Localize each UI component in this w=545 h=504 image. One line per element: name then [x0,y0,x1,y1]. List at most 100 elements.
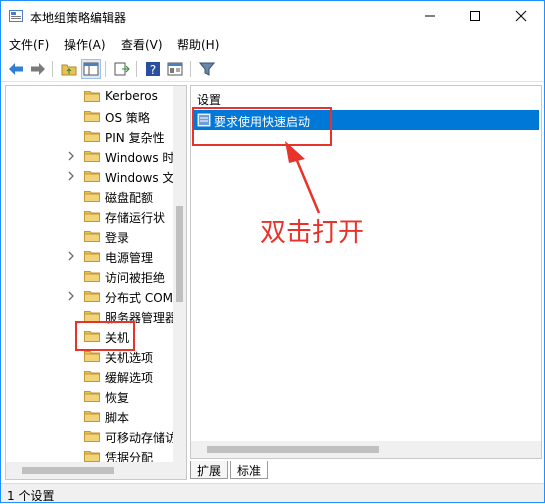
export-list-button[interactable] [112,59,132,79]
help-icon: ? [146,62,160,77]
folder-icon [84,131,100,142]
tree-item[interactable]: 可移动存储访 [6,426,177,446]
menu-view[interactable]: 查看(V) [121,36,163,53]
tree-item-label: 登录 [105,231,130,245]
expand-arrow-icon[interactable] [66,150,76,162]
show-hide-tree-icon [83,62,99,76]
folder-icon [84,431,100,442]
group-policy-editor-window: 本地组策略编辑器 文件(F) 操作(A) 查看(V) 帮助(H) ? Kerbe… [0,0,545,503]
tree-item[interactable]: PIN 复杂性 [6,126,172,146]
tree-item[interactable]: 磁盘配额 [6,186,172,206]
folder-icon [84,411,100,422]
tree-item[interactable]: Windows 文 [6,166,175,186]
tree-item-label: 可移动存储访 [105,431,178,445]
tree-item-label: 分布式 COM [105,291,173,305]
scroll-corner [173,462,186,479]
tree-item[interactable]: 电源管理 [6,246,172,266]
highlight-box-shutdown [75,321,135,351]
tree-item-label: Windows 文 [105,171,175,185]
folder-icon [84,211,100,222]
tree-item[interactable]: Windows 时 [6,146,175,166]
menu-help[interactable]: 帮助(H) [177,36,219,53]
properties-button[interactable] [165,59,185,79]
tree-item-label: Kerberos [105,89,158,103]
tree-item[interactable]: 缓解选项 [6,366,172,386]
tree-item[interactable]: 分布式 COM [6,286,173,306]
tree-item-label: 磁盘配额 [105,191,154,205]
tree-item-label: 电源管理 [105,251,154,265]
tree-item[interactable]: 恢复 [6,386,172,406]
folder-icon [84,391,100,402]
expand-arrow-icon[interactable] [66,170,76,182]
folder-icon [84,271,100,282]
minimize-icon [424,15,435,17]
settings-horizontal-scrollbar[interactable] [191,441,541,458]
folder-icon [84,171,100,182]
folder-icon [84,351,100,362]
folder-icon [84,151,100,162]
tree-item-label: 脚本 [105,411,130,425]
menu-file[interactable]: 文件(F) [9,36,49,53]
back-button[interactable] [6,59,26,79]
column-header-setting[interactable]: 设置 [197,91,221,108]
status-text: 1 个设置 [7,489,55,503]
filter-icon [199,62,215,76]
help-button[interactable]: ? [143,59,163,79]
folder-icon [84,291,100,302]
folder-icon [84,191,100,202]
tree-item[interactable]: Kerberos [6,86,172,106]
view-tabs: 扩展 标准 [190,460,542,480]
tree-item-label: 访问被拒绝 [105,271,166,285]
folder-icon [84,451,100,462]
folder-icon [84,371,100,382]
scroll-thumb[interactable] [207,446,379,453]
status-bar: 1 个设置 [1,483,544,503]
properties-icon [167,62,183,76]
window-title: 本地组策略编辑器 [30,11,127,25]
close-button[interactable] [498,1,543,31]
forward-arrow-icon [31,63,45,75]
up-folder-icon [61,64,77,76]
tree-horizontal-scrollbar[interactable] [6,462,173,479]
filter-button[interactable] [197,59,217,79]
menu-action[interactable]: 操作(A) [64,36,106,53]
folder-icon [84,231,100,242]
tree-pane[interactable]: Kerberos OS 策略 PIN 复杂性 Windows 时 Windows 文磁盘… [5,85,187,480]
menu-bar: 文件(F) 操作(A) 查看(V) 帮助(H) [1,32,544,54]
tab-extended[interactable]: 扩展 [190,461,229,479]
minimize-button[interactable] [407,1,452,31]
folder-icon [84,111,100,122]
expand-arrow-icon[interactable] [66,250,76,262]
scroll-thumb[interactable] [176,206,183,302]
tree-item-label: 恢复 [105,391,130,405]
tree-vertical-scrollbar[interactable] [173,86,186,462]
annotation-arrow-icon [285,141,321,214]
folder-icon [84,91,100,102]
tab-standard[interactable]: 标准 [230,461,269,479]
tree-item-label: Windows 时 [105,151,175,165]
annotation-text: 双击打开 [260,218,365,248]
export-list-icon [114,62,130,76]
scroll-thumb[interactable] [22,467,114,474]
tree-item[interactable]: OS 策略 [6,106,172,126]
tree-item-label: 关机选项 [105,351,154,365]
tree-item-label: PIN 复杂性 [105,131,165,145]
toolbar: ? [1,56,544,82]
tree-item-label: 缓解选项 [105,371,154,385]
maximize-button[interactable] [452,1,497,31]
close-icon [515,10,526,22]
tree-item[interactable]: 访问被拒绝 [6,266,172,286]
tree-item[interactable]: 登录 [6,226,172,246]
tree-item[interactable]: 存储运行状 [6,206,172,226]
tree-item-label: OS 策略 [105,111,150,125]
folder-icon [84,251,100,262]
back-arrow-icon [9,63,23,75]
svg-text:?: ? [150,63,156,77]
title-bar: 本地组策略编辑器 [1,1,544,31]
show-hide-tree-button[interactable] [81,59,101,79]
expand-arrow-icon[interactable] [66,290,76,302]
maximize-icon [469,11,480,21]
tree-item[interactable]: 脚本 [6,406,172,426]
up-one-level-button[interactable] [59,59,79,79]
forward-button[interactable] [28,59,48,79]
